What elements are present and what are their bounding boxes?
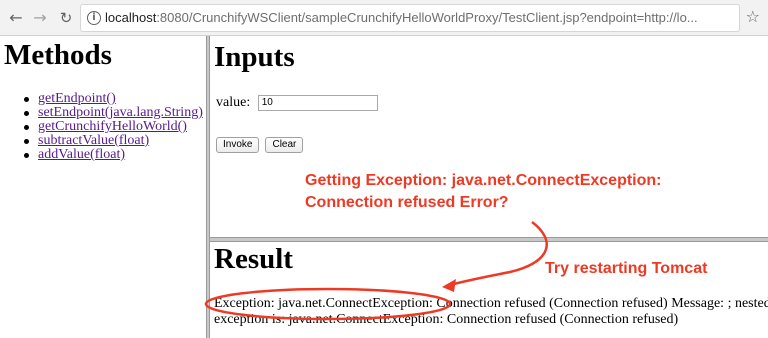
list-item: getCrunchifyHelloWorld(): [22, 120, 203, 134]
method-link-add-value[interactable]: addValue(float): [38, 147, 125, 162]
clear-button[interactable]: Clear: [265, 137, 304, 153]
methods-list: getEndpoint() setEndpoint(java.lang.Stri…: [22, 92, 203, 162]
reload-icon[interactable]: ↻: [56, 8, 76, 28]
result-text: Exception: java.net.ConnectException: Co…: [214, 296, 768, 328]
url-host: localhost: [105, 10, 157, 25]
result-heading: Result: [214, 243, 293, 275]
exception-annotation: Getting Exception: java.net.ConnectExcep…: [305, 170, 662, 214]
exception-annotation-line2: Connection refused Error?: [305, 194, 509, 211]
method-link-get-hello-world[interactable]: getCrunchifyHelloWorld(): [38, 119, 187, 134]
invoke-button[interactable]: Invoke: [216, 137, 260, 153]
bookmark-star-icon[interactable]: ☆: [746, 7, 760, 27]
methods-frame: Methods getEndpoint() setEndpoint(java.l…: [0, 36, 206, 338]
method-link-get-endpoint[interactable]: getEndpoint(): [38, 91, 116, 106]
value-input[interactable]: 10: [257, 94, 378, 111]
result-frame: Result Try restarting Tomcat Exception: …: [210, 242, 768, 338]
restart-annotation: Try restarting Tomcat: [545, 260, 708, 277]
value-row: value: 10: [216, 94, 378, 112]
back-arrow-icon[interactable]: ←: [6, 8, 26, 28]
info-icon[interactable]: i: [87, 11, 101, 25]
address-bar[interactable]: i localhost:8080/CrunchifyWSClient/sampl…: [80, 4, 740, 32]
result-line-2: exception is: java.net.ConnectException:…: [214, 312, 679, 327]
method-link-subtract-value[interactable]: subtractValue(float): [38, 133, 149, 148]
value-label: value:: [216, 95, 251, 110]
method-link-set-endpoint[interactable]: setEndpoint(java.lang.String): [38, 105, 203, 120]
browser-toolbar: ← → ↻ i localhost:8080/CrunchifyWSClient…: [0, 0, 768, 36]
exception-annotation-line1: Getting Exception: java.net.ConnectExcep…: [305, 172, 662, 189]
forward-arrow-icon[interactable]: →: [30, 8, 50, 28]
list-item: setEndpoint(java.lang.String): [22, 106, 203, 120]
result-line-1: Exception: java.net.ConnectException: Co…: [214, 296, 768, 311]
url-path: :8080/CrunchifyWSClient/sampleCrunchifyH…: [156, 10, 698, 25]
list-item: getEndpoint(): [22, 92, 203, 106]
inputs-heading: Inputs: [214, 41, 295, 73]
form-buttons: Invoke Clear: [216, 134, 305, 153]
methods-heading: Methods: [4, 39, 112, 71]
list-item: addValue(float): [22, 148, 203, 162]
inputs-frame: Inputs value: 10 Invoke Clear Getting Ex…: [210, 36, 768, 237]
list-item: subtractValue(float): [22, 134, 203, 148]
